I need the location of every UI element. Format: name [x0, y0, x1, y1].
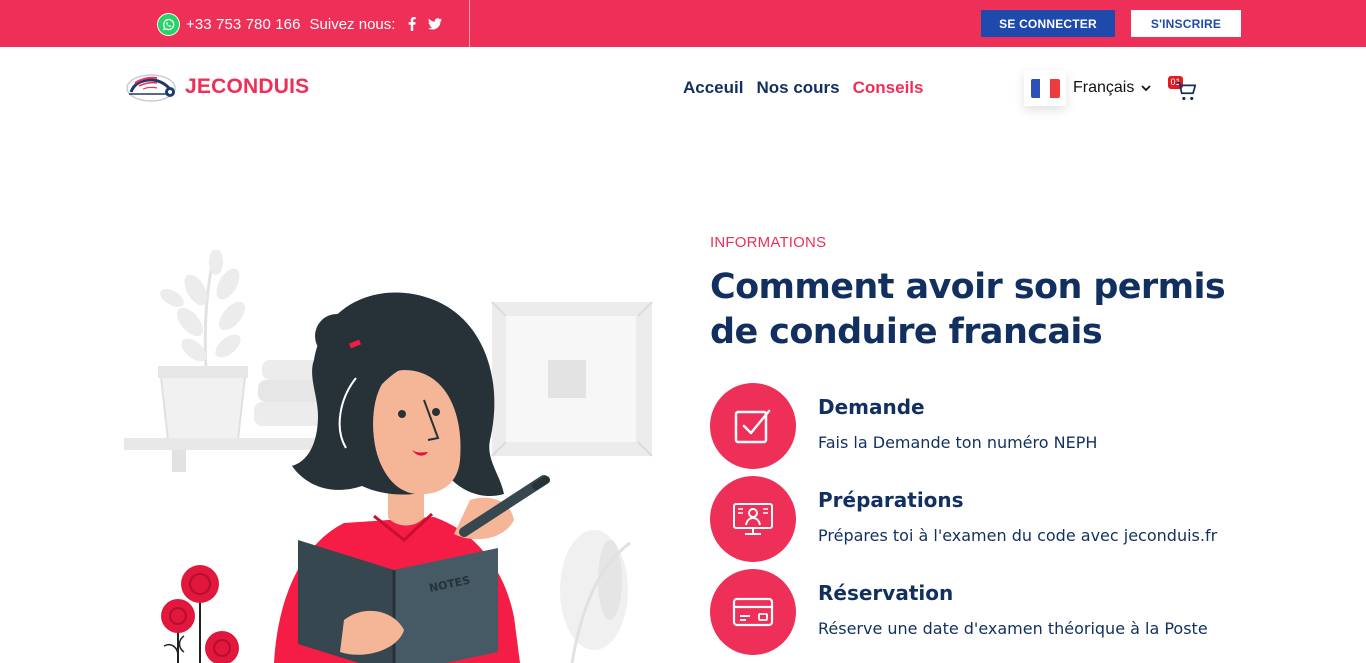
register-button[interactable]: S'INSCRIRE: [1131, 10, 1241, 37]
contact-info: +33 753 780 166 Suivez nous:: [157, 12, 451, 36]
feature-demande: Demande Fais la Demande ton numéro NEPH: [710, 383, 1310, 469]
whatsapp-icon[interactable]: [157, 12, 180, 36]
login-button[interactable]: SE CONNECTER: [981, 10, 1115, 37]
twitter-icon[interactable]: [428, 17, 443, 31]
shopping-cart-icon: [1176, 81, 1197, 101]
credit-card-icon: [732, 597, 774, 627]
french-flag-icon: [1030, 78, 1060, 98]
language-label: Français: [1073, 79, 1135, 96]
feature-icon-circle: [710, 383, 796, 469]
nav-item-acceuil[interactable]: Acceuil: [683, 78, 743, 98]
brand-name: JECONDUIS: [185, 75, 310, 98]
chevron-down-icon: [1141, 84, 1151, 91]
main-nav: Acceuil Nos cours Conseils: [683, 78, 936, 98]
page-title: Comment avoir son permis de conduire fra…: [710, 267, 1226, 352]
topbar-divider: [469, 0, 470, 47]
top-bar: +33 753 780 166 Suivez nous: SE CONNECTE…: [0, 0, 1366, 47]
section-eyebrow: INFORMATIONS: [710, 234, 827, 251]
site-logo[interactable]: JECONDUIS: [125, 68, 309, 106]
monitor-user-icon: [733, 503, 773, 535]
phone-number[interactable]: +33 753 780 166: [186, 16, 301, 33]
feature-description: Réserve une date d'examen théorique à la…: [818, 619, 1208, 638]
language-selector[interactable]: Français: [1024, 70, 1167, 106]
feature-description: Prépares toi à l'examen du code avec jec…: [818, 526, 1218, 545]
car-logo-icon: [126, 74, 176, 102]
nav-item-nos-cours[interactable]: Nos cours: [756, 78, 839, 98]
cart-button[interactable]: 01: [1168, 76, 1198, 104]
feature-reservation: Réservation Réserve une date d'examen th…: [710, 569, 1310, 655]
nav-item-conseils[interactable]: Conseils: [853, 78, 924, 98]
flag-container: [1024, 70, 1066, 106]
feature-title: Préparations: [818, 488, 964, 512]
facebook-icon[interactable]: [405, 17, 419, 31]
feature-preparations: Préparations Prépares toi à l'examen du …: [710, 476, 1310, 562]
feature-title: Demande: [818, 395, 925, 419]
woman-reading-illustration: NOTES: [124, 250, 653, 663]
feature-title: Réservation: [818, 581, 954, 605]
checkbox-icon: [734, 409, 771, 444]
feature-icon-circle: [710, 569, 796, 655]
feature-icon-circle: [710, 476, 796, 562]
follow-label: Suivez nous:: [309, 15, 396, 33]
feature-description: Fais la Demande ton numéro NEPH: [818, 433, 1098, 452]
